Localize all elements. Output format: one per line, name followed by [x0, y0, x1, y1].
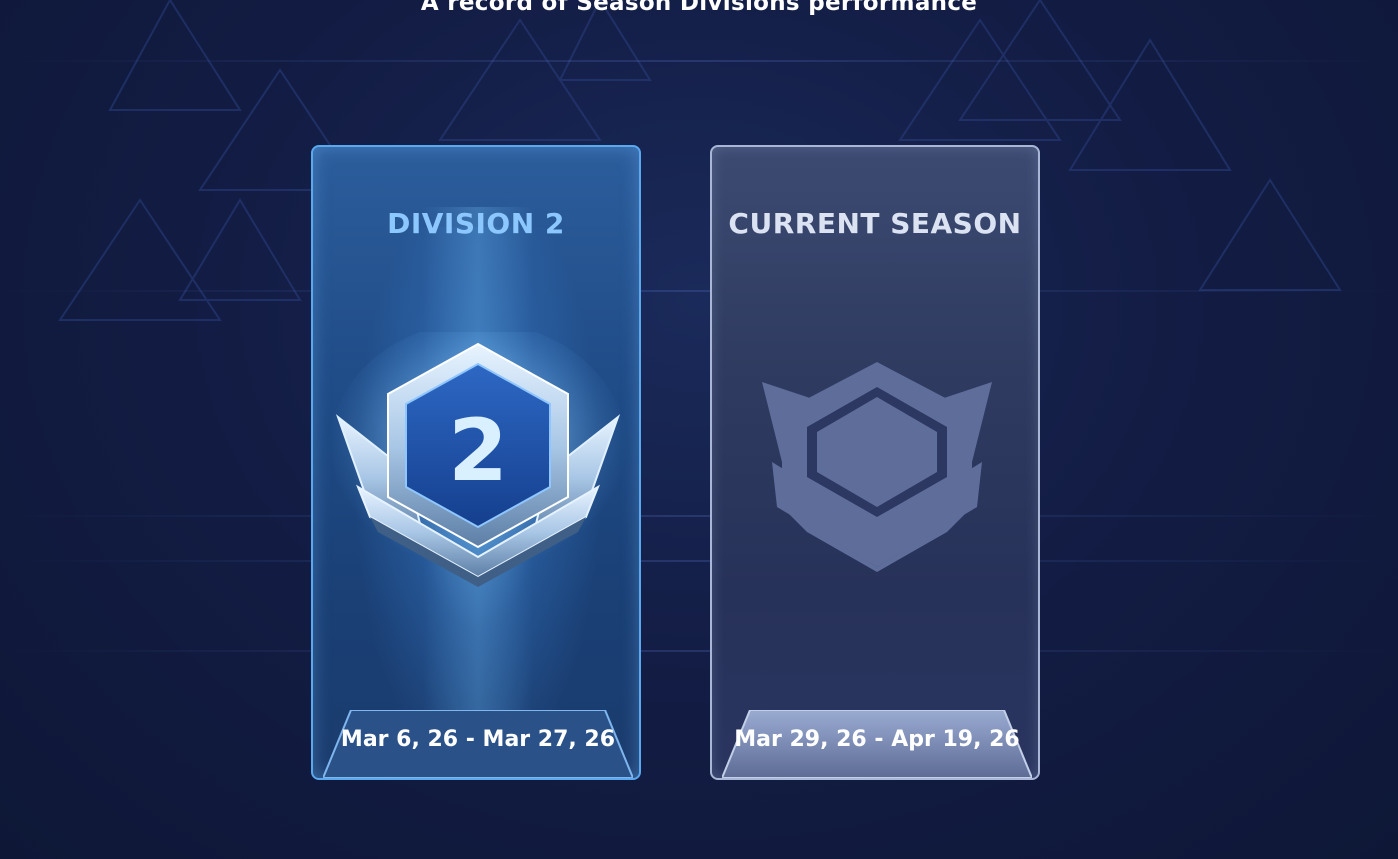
division-card-past[interactable]: DIVISION 2 2 Mar 6, 26 - Mar 27, 26	[311, 145, 641, 780]
background-line	[0, 290, 1398, 292]
background-line	[0, 515, 1398, 517]
date-plate: Mar 29, 26 - Apr 19, 26	[722, 710, 1032, 778]
badge-number: 2	[448, 401, 508, 501]
card-title: CURRENT SEASON	[728, 207, 1022, 240]
background-line	[0, 650, 1398, 652]
background-line	[0, 60, 1398, 62]
date-range: Mar 6, 26 - Mar 27, 26	[340, 727, 616, 752]
date-range: Mar 29, 26 - Apr 19, 26	[734, 727, 1020, 752]
date-plate: Mar 6, 26 - Mar 27, 26	[323, 710, 633, 778]
background-line	[0, 560, 1398, 562]
page-subtitle: A record of Season Divisions performance	[420, 0, 978, 16]
division-card-current[interactable]: CURRENT SEASON Mar 29, 26 - Apr 19, 26	[710, 145, 1040, 780]
locked-division-silhouette-icon	[762, 362, 992, 572]
background-pattern	[58, 0, 1342, 321]
card-title: DIVISION 2	[387, 207, 565, 240]
division-2-badge-icon: 2	[328, 332, 628, 587]
